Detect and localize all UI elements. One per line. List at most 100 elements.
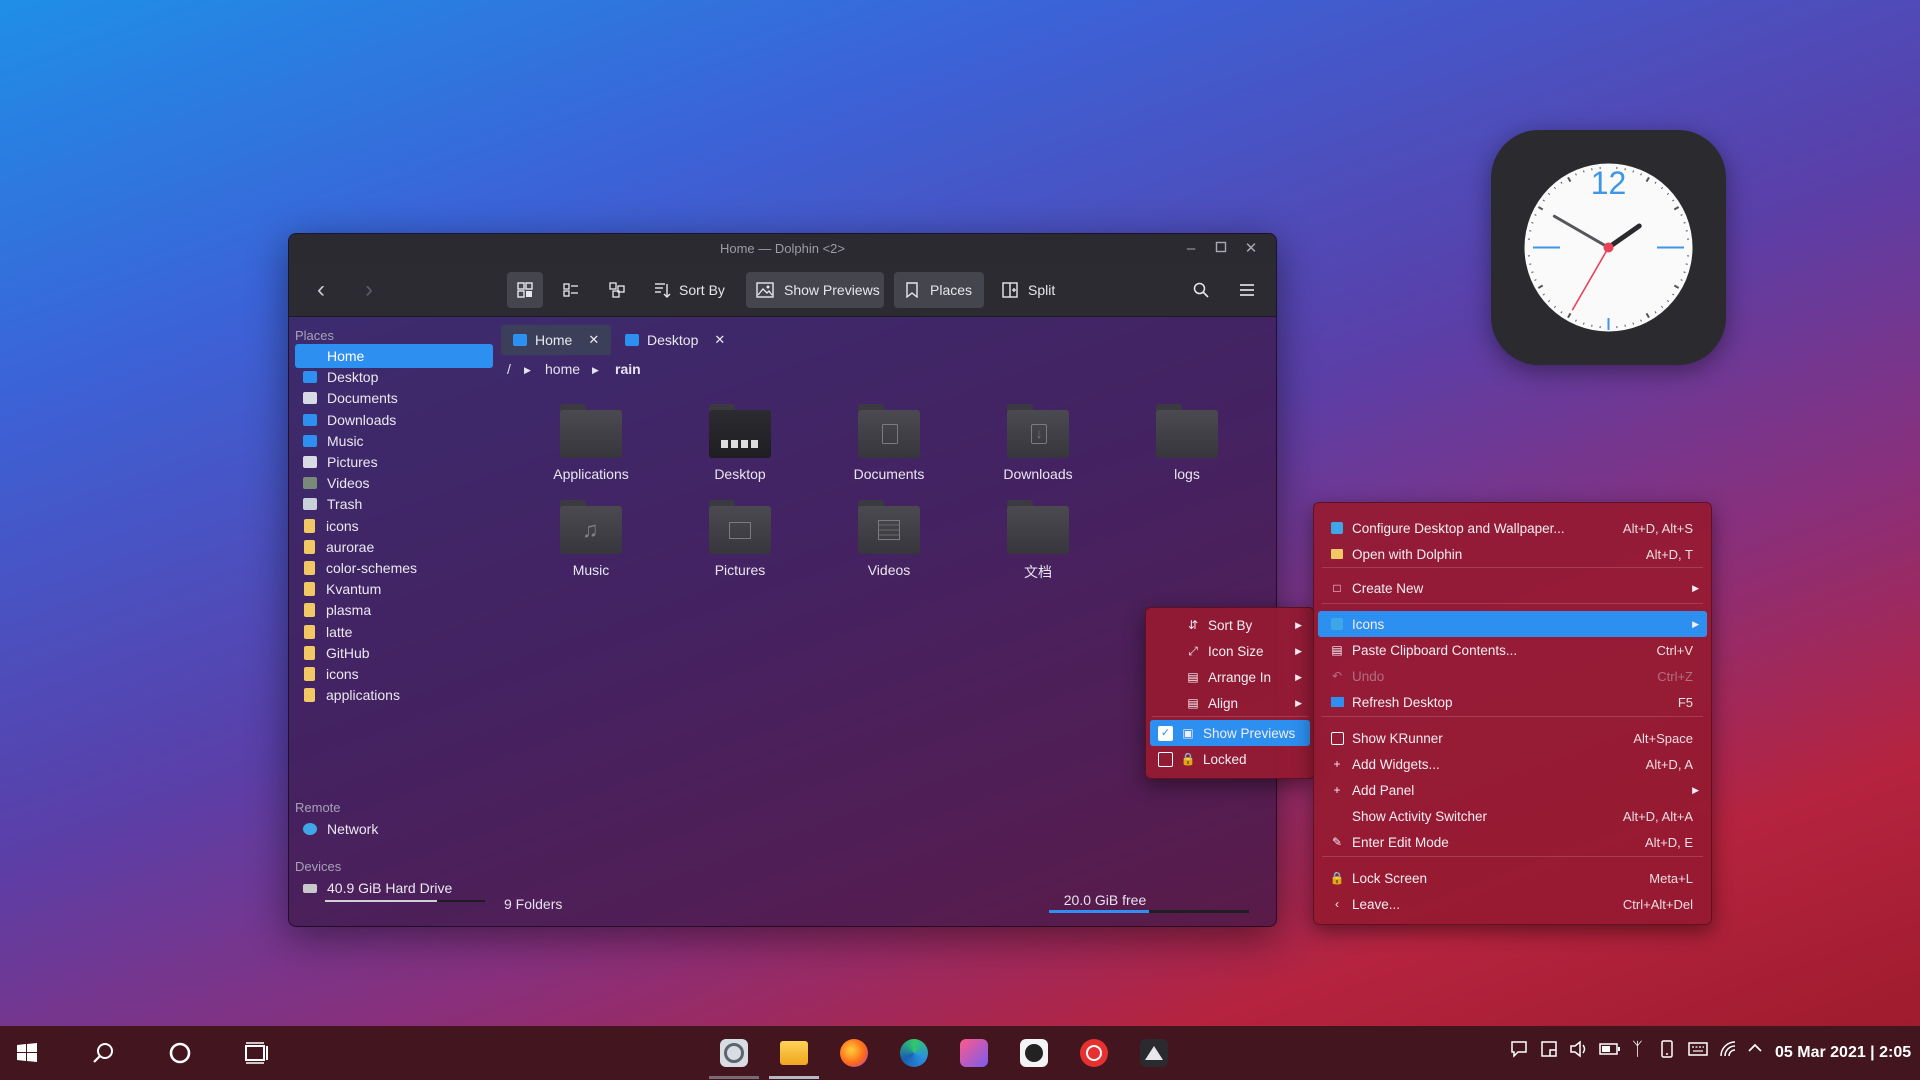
- folder-item[interactable]: Videos: [829, 500, 949, 578]
- folder-icon: [304, 688, 315, 703]
- folder-item[interactable]: logs: [1127, 404, 1247, 482]
- breadcrumb-current[interactable]: rain: [615, 361, 641, 377]
- show-previews-button[interactable]: Show Previews: [746, 272, 884, 308]
- chevron-up-icon[interactable]: [1747, 1040, 1763, 1060]
- notes-icon[interactable]: [1540, 1040, 1558, 1062]
- sidebar-item-icons[interactable]: icons: [295, 514, 493, 538]
- submenu-item-icon-size[interactable]: ⤢ Icon Size ▶: [1150, 638, 1310, 664]
- checkbox-unchecked-icon[interactable]: [1158, 751, 1173, 767]
- file-manager-icon[interactable]: [775, 1034, 813, 1072]
- folder-item[interactable]: 文档: [978, 500, 1098, 582]
- settings-icon[interactable]: [715, 1034, 753, 1072]
- menu-item-show-krunner[interactable]: Show KRunner Alt+Space: [1318, 725, 1707, 751]
- back-icon[interactable]: ‹: [303, 272, 339, 308]
- menu-item-refresh-desktop[interactable]: Refresh Desktop F5: [1318, 689, 1707, 715]
- hamburger-menu-icon[interactable]: [1229, 272, 1265, 308]
- folder-item[interactable]: Applications: [531, 404, 651, 482]
- sidebar-item-downloads[interactable]: Downloads: [295, 408, 493, 432]
- details-view-button[interactable]: [553, 272, 589, 308]
- submenu-item-align[interactable]: ▤ Align ▶: [1150, 690, 1310, 716]
- keyboard-icon[interactable]: [1688, 1041, 1708, 1061]
- icons-view-button[interactable]: [507, 272, 543, 308]
- bluetooth-icon[interactable]: ᛉ: [1632, 1039, 1643, 1060]
- menu-item-enter-edit-mode[interactable]: ✎ Enter Edit Mode Alt+D, E: [1318, 829, 1707, 855]
- search-icon[interactable]: [1183, 272, 1219, 308]
- icons-submenu: ⇵ Sort By ▶ ⤢ Icon Size ▶ ▤ Arrange In ▶ ▤ Align ▶ ✓…: [1145, 607, 1315, 779]
- tab-desktop[interactable]: Desktop ✕: [613, 325, 725, 355]
- close-tab-icon[interactable]: ✕: [714, 332, 725, 348]
- sidebar-item-label: plasma: [326, 602, 372, 619]
- analog-clock-widget[interactable]: 12: [1491, 130, 1726, 365]
- compact-view-button[interactable]: [599, 272, 635, 308]
- breadcrumb-home[interactable]: home: [545, 361, 580, 377]
- screenshot-icon[interactable]: [955, 1034, 993, 1072]
- folder-label: Desktop: [714, 466, 766, 482]
- folder-item[interactable]: Desktop: [680, 404, 800, 482]
- phone-icon[interactable]: [1661, 1040, 1673, 1062]
- sidebar-item-applications[interactable]: applications: [295, 683, 493, 707]
- taskbar-datetime[interactable]: 05 Mar 2021 | 2:05: [1775, 1044, 1911, 1062]
- sidebar-item-plasma[interactable]: plasma: [295, 598, 493, 622]
- battery-icon[interactable]: [1599, 1041, 1621, 1061]
- menu-item-icons[interactable]: Icons ▶: [1318, 611, 1707, 637]
- menu-item-paste-clipboard-contents[interactable]: ▤ Paste Clipboard Contents... Ctrl+V: [1318, 637, 1707, 663]
- maximize-icon[interactable]: [1211, 239, 1231, 259]
- menu-item-add-panel[interactable]: + Add Panel ▶: [1318, 777, 1707, 803]
- start-menu-icon[interactable]: [8, 1034, 46, 1072]
- edge-icon[interactable]: [895, 1034, 933, 1072]
- submenu-item-locked[interactable]: 🔒 Locked: [1150, 746, 1310, 772]
- menu-item-add-widgets[interactable]: + Add Widgets... Alt+D, A: [1318, 751, 1707, 777]
- menu-item-lock-screen[interactable]: 🔒 Lock Screen Meta+L: [1318, 865, 1707, 891]
- close-tab-icon[interactable]: ✕: [588, 332, 599, 348]
- task-view-icon[interactable]: [238, 1034, 276, 1072]
- firefox-icon[interactable]: [835, 1034, 873, 1072]
- wifi-icon[interactable]: [1719, 1040, 1739, 1062]
- cortana-icon[interactable]: [161, 1034, 199, 1072]
- close-icon[interactable]: ✕: [1241, 239, 1261, 259]
- submenu-item-sort-by[interactable]: ⇵ Sort By ▶: [1150, 612, 1310, 638]
- sort-by-button[interactable]: Sort By: [647, 272, 733, 308]
- tab-home[interactable]: Home ✕: [501, 325, 611, 355]
- volume-icon[interactable]: [1569, 1040, 1589, 1062]
- sidebar-item-latte[interactable]: latte: [295, 620, 493, 644]
- tab-label: Home: [535, 332, 573, 348]
- drive-usage-bar: [325, 900, 485, 902]
- github-icon[interactable]: [1015, 1034, 1053, 1072]
- folder-item[interactable]: ↓ Downloads: [978, 404, 1098, 482]
- folder-item[interactable]: Pictures: [680, 500, 800, 578]
- folder-item[interactable]: Documents: [829, 404, 949, 482]
- chevron-right-icon: ▶: [1692, 582, 1699, 593]
- menu-item-open-with-dolphin[interactable]: Open with Dolphin Alt+D, T: [1318, 541, 1707, 567]
- menu-item-configure-desktop-and-wallpaper[interactable]: Configure Desktop and Wallpaper... Alt+D,…: [1318, 515, 1707, 541]
- submenu-item-show-previews[interactable]: ✓ ▣ Show Previews: [1150, 720, 1310, 746]
- inkscape-icon[interactable]: [1135, 1034, 1173, 1072]
- clock-tick: [1531, 221, 1534, 224]
- netease-music-icon[interactable]: [1075, 1034, 1113, 1072]
- minimize-icon[interactable]: –: [1181, 239, 1201, 259]
- folder-item[interactable]: ♫ Music: [531, 500, 651, 578]
- menu-item-show-activity-switcher[interactable]: Show Activity Switcher Alt+D, Alt+A: [1318, 803, 1707, 829]
- folder-icon: ♫: [560, 500, 622, 556]
- sidebar-item-documents[interactable]: Documents: [295, 386, 493, 410]
- titlebar[interactable]: Home — Dolphin <2> – ✕: [289, 234, 1276, 264]
- breadcrumb-root[interactable]: /: [507, 361, 511, 377]
- sort-by-label: Sort By: [679, 282, 725, 298]
- split-button[interactable]: Split: [994, 272, 1060, 308]
- submenu-item-arrange-in[interactable]: ▤ Arrange In ▶: [1150, 664, 1310, 690]
- menu-item-create-new[interactable]: □ Create New ▶: [1318, 575, 1707, 601]
- menu-item-label: Sort By: [1208, 617, 1253, 633]
- network-icon: [303, 823, 317, 835]
- clock-twelve-label: 12: [1591, 165, 1627, 201]
- forward-icon[interactable]: ›: [351, 272, 387, 308]
- sidebar-item-trash[interactable]: Trash: [295, 492, 493, 516]
- edit-icon: ✎: [1331, 835, 1343, 849]
- action-center-icon[interactable]: [1510, 1040, 1528, 1062]
- menu-item-leave[interactable]: ‹ Leave... Ctrl+Alt+Del: [1318, 891, 1707, 917]
- checkbox-checked-icon[interactable]: ✓: [1158, 725, 1173, 741]
- menu-separator: [1322, 603, 1703, 604]
- search-icon[interactable]: [85, 1034, 123, 1072]
- sidebar-item-network[interactable]: Network: [295, 817, 493, 841]
- sidebar-item-hard-drive[interactable]: 40.9 GiB Hard Drive: [295, 876, 493, 900]
- places-button[interactable]: Places: [894, 272, 984, 308]
- menu-item-undo[interactable]: ↶ Undo Ctrl+Z: [1318, 663, 1707, 689]
